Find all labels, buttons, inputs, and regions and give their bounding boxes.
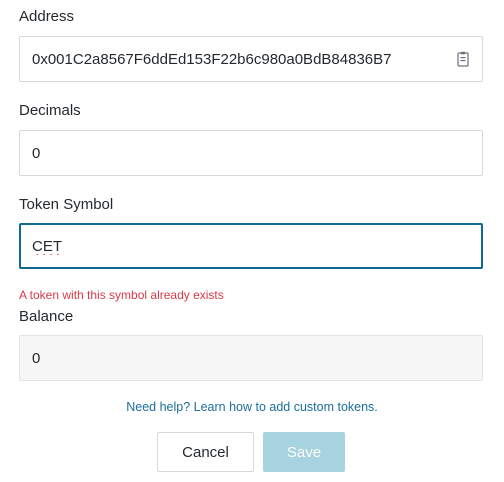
token-symbol-value: CET [32, 237, 62, 255]
token-symbol-input[interactable]: CET [19, 223, 483, 269]
balance-label: Balance [19, 308, 74, 325]
balance-value: 0 [32, 349, 41, 367]
decimals-value: 0 [32, 144, 41, 162]
address-label: Address [19, 8, 75, 25]
balance-field: 0 [19, 335, 483, 381]
save-button[interactable]: Save [263, 432, 345, 472]
address-value: 0x001C2a8567F6ddEd153F22b6c980a0BdB84836… [32, 50, 392, 68]
token-symbol-label: Token Symbol [19, 196, 114, 213]
address-field[interactable]: 0x001C2a8567F6ddEd153F22b6c980a0BdB84836… [19, 36, 483, 82]
copy-icon[interactable] [456, 51, 470, 67]
decimals-label: Decimals [19, 102, 81, 119]
help-link[interactable]: Need help? Learn how to add custom token… [0, 400, 504, 414]
token-symbol-error: A token with this symbol already exists [19, 288, 224, 302]
cancel-button[interactable]: Cancel [157, 432, 254, 472]
decimals-input[interactable]: 0 [19, 130, 483, 176]
